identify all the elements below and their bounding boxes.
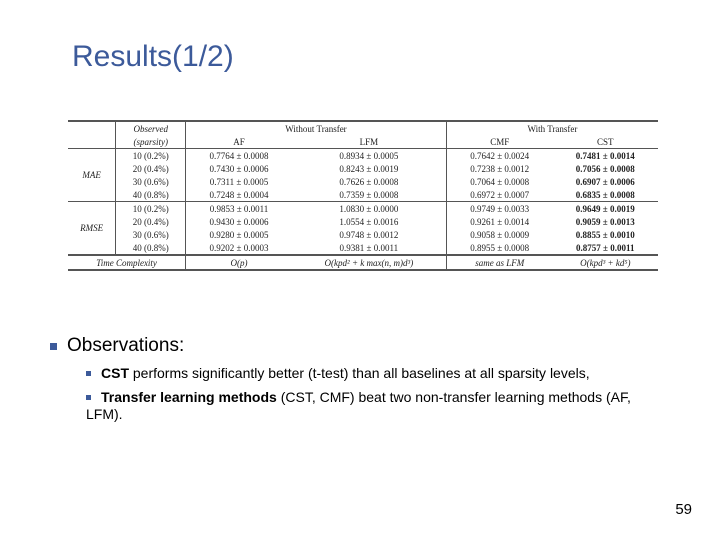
bullet-icon xyxy=(86,395,91,400)
col-cmf: CMF xyxy=(446,135,552,149)
row-rmse: RMSE xyxy=(68,202,116,256)
table-cell: 30 (0.6%) xyxy=(116,228,186,241)
table-cell: O(kpd² + k max(n, m)d³) xyxy=(292,255,446,270)
table-cell: 0.8243 ± 0.0019 xyxy=(292,162,446,175)
results-table: Observed Without Transfer With Transfer … xyxy=(68,120,658,271)
bullet-icon xyxy=(50,343,57,350)
table-cell: 0.7626 ± 0.0008 xyxy=(292,175,446,188)
table-cell: 0.9058 ± 0.0009 xyxy=(446,228,552,241)
table-cell: 30 (0.6%) xyxy=(116,175,186,188)
table-cell: 0.9748 ± 0.0012 xyxy=(292,228,446,241)
table-cell: O(kpd³ + kd⁵) xyxy=(553,255,658,270)
table-cell: 1.0554 ± 0.0016 xyxy=(292,215,446,228)
table-cell: 0.7064 ± 0.0008 xyxy=(446,175,552,188)
list-item: Transfer learning methods (CST, CMF) bea… xyxy=(86,389,670,424)
col-observed: Observed xyxy=(116,121,186,135)
table-cell: 0.9280 ± 0.0005 xyxy=(186,228,292,241)
table-cell: 0.8934 ± 0.0005 xyxy=(292,149,446,163)
table-cell: same as LFM xyxy=(446,255,552,270)
table-cell: 10 (0.2%) xyxy=(116,149,186,163)
table-cell: 0.9261 ± 0.0014 xyxy=(446,215,552,228)
table-cell: 0.6907 ± 0.0006 xyxy=(553,175,658,188)
table-cell: 1.0830 ± 0.0000 xyxy=(292,202,446,216)
table-cell: 0.9853 ± 0.0011 xyxy=(186,202,292,216)
row-mae: MAE xyxy=(68,149,116,202)
row-time-complexity: Time Complexity xyxy=(68,255,186,270)
bullet-text: performs significantly better (t-test) t… xyxy=(129,365,590,381)
table-cell: 0.9430 ± 0.0006 xyxy=(186,215,292,228)
bullet-bold: CST xyxy=(101,365,129,381)
table-cell: 40 (0.8%) xyxy=(116,188,186,202)
table-cell: 0.9749 ± 0.0033 xyxy=(446,202,552,216)
table-cell: 0.7056 ± 0.0008 xyxy=(553,162,658,175)
table-cell: 0.9381 ± 0.0011 xyxy=(292,241,446,255)
table-cell: 0.7481 ± 0.0014 xyxy=(553,149,658,163)
bullet-bold: Transfer learning methods xyxy=(101,389,277,405)
col-cst: CST xyxy=(553,135,658,149)
table-cell: 0.9059 ± 0.0013 xyxy=(553,215,658,228)
table-cell: 40 (0.8%) xyxy=(116,241,186,255)
table-cell: 0.7642 ± 0.0024 xyxy=(446,149,552,163)
observations-heading-text: Observations: xyxy=(67,335,184,356)
col-sparsity: (sparsity) xyxy=(116,135,186,149)
table-cell: 0.8855 ± 0.0010 xyxy=(553,228,658,241)
table-cell: 20 (0.4%) xyxy=(116,162,186,175)
table-cell: 0.7359 ± 0.0008 xyxy=(292,188,446,202)
table-cell: 0.8757 ± 0.0011 xyxy=(553,241,658,255)
table-cell: 0.7248 ± 0.0004 xyxy=(186,188,292,202)
table-cell: 0.7238 ± 0.0012 xyxy=(446,162,552,175)
table-cell: 0.7764 ± 0.0008 xyxy=(186,149,292,163)
table-cell: 0.9202 ± 0.0003 xyxy=(186,241,292,255)
col-with-transfer: With Transfer xyxy=(446,121,658,135)
table-cell: 0.7430 ± 0.0006 xyxy=(186,162,292,175)
observations-block: Observations: CST performs significantly… xyxy=(50,335,670,430)
bullet-icon xyxy=(86,371,91,376)
table-cell: 0.7311 ± 0.0005 xyxy=(186,175,292,188)
table-cell: O(p) xyxy=(186,255,292,270)
col-lfm: LFM xyxy=(292,135,446,149)
col-without-transfer: Without Transfer xyxy=(186,121,447,135)
list-item: CST performs significantly better (t-tes… xyxy=(86,365,670,383)
table-cell: 0.9649 ± 0.0019 xyxy=(553,202,658,216)
table-cell: 10 (0.2%) xyxy=(116,202,186,216)
table-cell: 0.8955 ± 0.0008 xyxy=(446,241,552,255)
table-cell: 20 (0.4%) xyxy=(116,215,186,228)
observations-heading: Observations: xyxy=(50,335,670,357)
slide-title: Results(1/2) xyxy=(72,40,234,74)
page-number: 59 xyxy=(675,501,692,518)
table-cell: 0.6972 ± 0.0007 xyxy=(446,188,552,202)
col-af: AF xyxy=(186,135,292,149)
table-cell: 0.6835 ± 0.0008 xyxy=(553,188,658,202)
